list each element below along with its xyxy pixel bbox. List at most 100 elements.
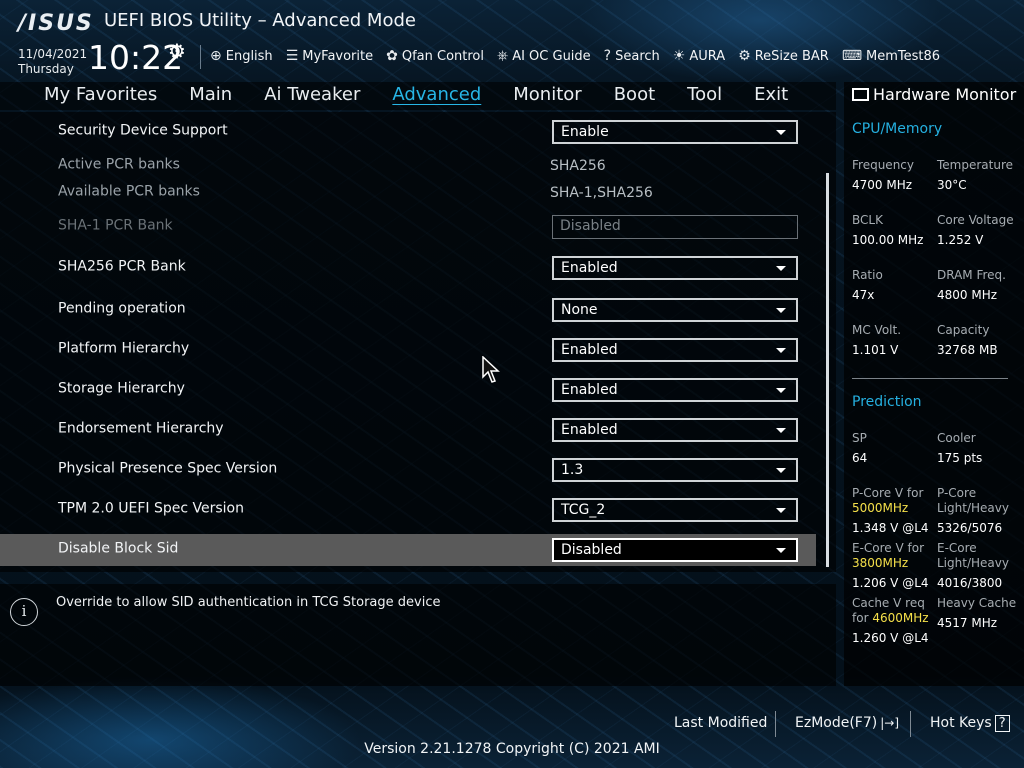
setting-row[interactable]: Pending operation None <box>0 294 816 326</box>
dropdown-value: Enabled <box>561 422 618 438</box>
monitor-icon <box>852 88 869 101</box>
toolbar-search[interactable]: ? Search <box>604 46 660 66</box>
dropdown-value: Enabled <box>561 260 618 276</box>
last-modified-button[interactable]: Last Modified <box>674 715 767 731</box>
setting-dropdown[interactable]: Enabled <box>552 378 798 402</box>
version-text: Version 2.21.1278 Copyright (C) 2021 AMI <box>364 741 660 757</box>
setting-label: Physical Presence Spec Version <box>58 460 278 477</box>
toolbar-label: Qfan Control <box>401 48 484 64</box>
ratio-item: Ratio 47x <box>852 268 883 302</box>
toolbar-label: AI OC Guide <box>512 48 591 64</box>
chevron-down-icon <box>776 468 786 473</box>
tab-tool[interactable]: Tool <box>687 82 722 110</box>
info-icon: i <box>10 598 38 626</box>
setting-row[interactable]: TPM 2.0 UEFI Spec Version TCG_2 <box>0 494 816 526</box>
setting-dropdown[interactable]: 1.3 <box>552 458 798 482</box>
setting-label: Active PCR banks <box>58 156 180 173</box>
dropdown-value: Enable <box>561 124 609 140</box>
toolbar-resize-bar[interactable]: ⚙ ReSize BAR <box>738 46 829 66</box>
setting-label: SHA-1 PCR Bank <box>58 217 173 234</box>
setting-label: Available PCR banks <box>58 183 200 200</box>
pcore-voltage-item: P-Core V for 5000MHz 1.348 V @L4 <box>852 486 929 535</box>
help-icon: ? <box>603 48 612 64</box>
setting-row[interactable]: SHA256 PCR Bank Enabled <box>0 252 816 284</box>
toolbar-ai-oc-guide[interactable]: ⎈ AI OC Guide <box>497 46 591 66</box>
toolbar-english[interactable]: ⊕ English <box>210 46 273 66</box>
date: 11/04/2021 <box>18 47 88 61</box>
sp-item: SP 64 <box>852 431 868 465</box>
exit-arrow-icon: |→] <box>880 716 900 730</box>
hardware-monitor-title: Hardware Monitor <box>852 85 1016 104</box>
setting-row[interactable]: Disable Block Sid Disabled <box>0 534 816 566</box>
setting-dropdown[interactable]: Enabled <box>552 418 798 442</box>
dropdown-value: 1.3 <box>561 462 584 478</box>
setting-row: Available PCR banks SHA-1,SHA256 <box>0 177 816 209</box>
help-panel: i Override to allow SID authentication i… <box>0 584 836 686</box>
tab-advanced[interactable]: Advanced <box>392 82 481 110</box>
cpu-memory-heading: CPU/Memory <box>852 121 943 137</box>
tab-main[interactable]: Main <box>189 82 232 110</box>
cooler-item: Cooler 175 pts <box>937 431 983 465</box>
divider <box>852 378 1008 379</box>
dropdown-value: Disabled <box>561 542 622 558</box>
temperature-item: Temperature 30°C <box>937 158 1014 192</box>
gear-icon[interactable]: ⚙ <box>168 39 186 63</box>
tab-exit[interactable]: Exit <box>754 82 788 110</box>
mouse-pointer-icon <box>482 356 500 383</box>
ecore-light-heavy-item: E-Core Light/Heavy 4016/3800 <box>937 541 1009 590</box>
setting-row[interactable]: Physical Presence Spec Version 1.3 <box>0 454 816 486</box>
setting-row[interactable]: Storage Hierarchy Enabled <box>0 374 816 406</box>
tab-ai-tweaker[interactable]: Ai Tweaker <box>264 82 360 110</box>
toolbar-aura[interactable]: ☀ AURA <box>673 46 725 66</box>
app-title: UEFI BIOS Utility – Advanced Mode <box>104 10 416 31</box>
question-icon: ? <box>994 715 1010 732</box>
setting-label: Platform Hierarchy <box>58 340 190 357</box>
setting-dropdown[interactable]: Enabled <box>552 338 798 362</box>
ezmode-button[interactable]: EzMode(F7) |→] <box>795 715 899 731</box>
divider <box>200 45 201 69</box>
globe-icon: ⊕ <box>210 48 222 64</box>
chevron-down-icon <box>776 308 786 313</box>
divider <box>775 711 776 737</box>
bclk-item: BCLK 100.00 MHz <box>852 213 924 247</box>
dram-freq-item: DRAM Freq. 4800 MHz <box>937 268 1006 302</box>
setting-label: Pending operation <box>58 300 186 317</box>
setting-row: SHA-1 PCR Bank Disabled <box>0 211 816 243</box>
toolbar-label: Search <box>615 48 660 64</box>
chevron-down-icon <box>776 548 786 553</box>
tab-boot[interactable]: Boot <box>614 82 655 110</box>
pcore-light-heavy-item: P-Core Light/Heavy 5326/5076 <box>937 486 1009 535</box>
setting-dropdown: Disabled <box>552 215 798 239</box>
aura-icon: ☀ <box>672 48 686 64</box>
hot-keys-button[interactable]: Hot Keys? <box>930 715 1010 732</box>
dropdown-value: TCG_2 <box>561 502 606 518</box>
asus-logo: /ISUS <box>18 11 94 36</box>
toolbar-label: MemTest86 <box>866 48 941 64</box>
scrollbar[interactable] <box>826 173 829 567</box>
setting-label: Storage Hierarchy <box>58 380 185 397</box>
setting-row[interactable]: Security Device Support Enable <box>0 116 816 148</box>
tab-my-favorites[interactable]: My Favorites <box>44 82 157 110</box>
setting-row[interactable]: Endorsement Hierarchy Enabled <box>0 414 816 446</box>
date-display: 11/04/2021 Thursday <box>18 47 87 77</box>
chevron-down-icon <box>776 428 786 433</box>
setting-dropdown[interactable]: None <box>552 298 798 322</box>
toolbar-memtest86[interactable]: ⌨ MemTest86 <box>842 46 940 66</box>
toolbar-qfan-control[interactable]: ✿ Qfan Control <box>386 46 484 66</box>
setting-dropdown[interactable]: Disabled <box>552 538 798 562</box>
heavy-cache-item: Heavy Cache 4517 MHz <box>937 596 1017 630</box>
toolbar-label: English <box>225 48 273 64</box>
dropdown-value: None <box>561 302 598 318</box>
tab-monitor[interactable]: Monitor <box>513 82 581 110</box>
setting-dropdown[interactable]: Enabled <box>552 256 798 280</box>
setting-label: Security Device Support <box>58 122 228 139</box>
setting-dropdown[interactable]: TCG_2 <box>552 498 798 522</box>
frequency-item: Frequency 4700 MHz <box>852 158 914 192</box>
toolbar-myfavorite[interactable]: ☰ MyFavorite <box>286 46 373 66</box>
weekday: Thursday <box>18 62 74 76</box>
setting-dropdown[interactable]: Enable <box>552 120 798 144</box>
fan-icon: ✿ <box>386 48 398 64</box>
memtest-icon: ⌨ <box>841 48 863 64</box>
setting-value: SHA-1,SHA256 <box>550 185 653 201</box>
setting-row[interactable]: Platform Hierarchy Enabled <box>0 334 816 366</box>
